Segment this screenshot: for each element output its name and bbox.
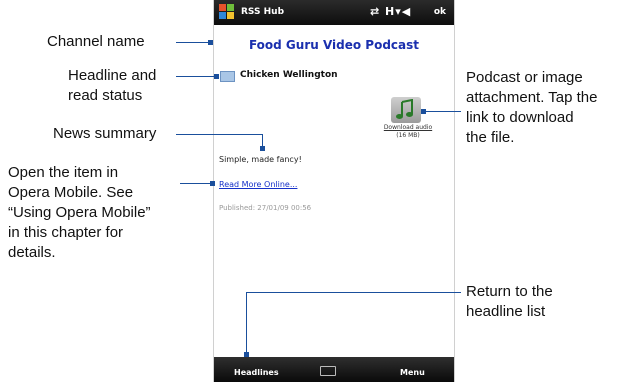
callout-attach-line-3: link to download (466, 109, 574, 126)
leader-attachment (425, 111, 461, 112)
windows-start-icon[interactable] (219, 4, 235, 20)
callout-channel-name: Channel name (47, 32, 145, 52)
softkey-bar: Headlines Menu (214, 357, 454, 382)
news-summary: Simple, made fancy! (219, 155, 302, 164)
callout-headline-line-2: read status (68, 87, 143, 104)
leader-return-h (246, 292, 461, 293)
channel-name: Food Guru Video Podcast (248, 38, 420, 52)
callout-open-line-2: Opera Mobile. See (8, 184, 134, 201)
headline-title: Chicken Wellington (240, 70, 338, 80)
callout-attach-line-4: the file. (466, 129, 515, 146)
callout-attach-line-1: Podcast or image (466, 69, 583, 86)
leader-return-v (246, 292, 247, 355)
callout-return-line-1: Return to the (466, 283, 553, 300)
marker-attachment (421, 109, 426, 114)
callout-open-line-1: Open the item in (8, 164, 119, 181)
marker-open-item (210, 181, 215, 186)
menu-softkey[interactable]: Menu (400, 368, 425, 377)
leader-headline (176, 76, 216, 77)
callout-attach-line-2: attachment. Tap the (466, 89, 598, 106)
phone-screen: RSS Hub ⇄ H▾◀ ok Food Guru Video Podcast… (213, 0, 455, 382)
callout-open-item: Open the item in Opera Mobile. See “Usin… (8, 163, 151, 263)
callout-news-summary: News summary (53, 124, 156, 144)
marker-headline (214, 74, 219, 79)
keyboard-icon[interactable] (320, 366, 336, 376)
leader-summary-h (176, 134, 263, 135)
callout-open-line-4: in this chapter for (8, 224, 124, 241)
marker-return (244, 352, 249, 357)
audio-attachment-icon[interactable] (391, 97, 421, 123)
callout-channel-name-text: Channel name (47, 33, 145, 50)
attachment-size: (16 MB) (396, 132, 420, 139)
callout-headline-line-1: Headline and (68, 67, 157, 84)
callout-news-summary-text: News summary (53, 125, 157, 142)
callout-open-line-3: “Using Opera Mobile” (8, 204, 151, 221)
callout-attachment: Podcast or image attachment. Tap the lin… (466, 68, 597, 148)
connectivity-icons: ⇄ H▾◀ (370, 5, 412, 18)
leader-channel-name (176, 42, 210, 43)
marker-channel-name (208, 40, 213, 45)
headlines-softkey[interactable]: Headlines (234, 368, 279, 377)
published-date: Published: 27/01/09 00:56 (219, 204, 312, 212)
callout-headline-status: Headline and read status (68, 66, 156, 106)
read-more-link[interactable]: Read More Online... (219, 180, 297, 189)
marker-summary (260, 146, 265, 151)
app-title: RSS Hub (241, 7, 285, 17)
callout-return: Return to the headline list (466, 282, 553, 322)
status-bar: RSS Hub ⇄ H▾◀ ok (214, 0, 454, 25)
read-status-icon (220, 71, 235, 82)
callout-open-line-5: details. (8, 244, 56, 261)
leader-open-item (180, 183, 213, 184)
download-audio-link[interactable]: Download audio (368, 124, 448, 131)
ok-button[interactable]: ok (434, 7, 446, 17)
callout-return-line-2: headline list (466, 303, 546, 320)
